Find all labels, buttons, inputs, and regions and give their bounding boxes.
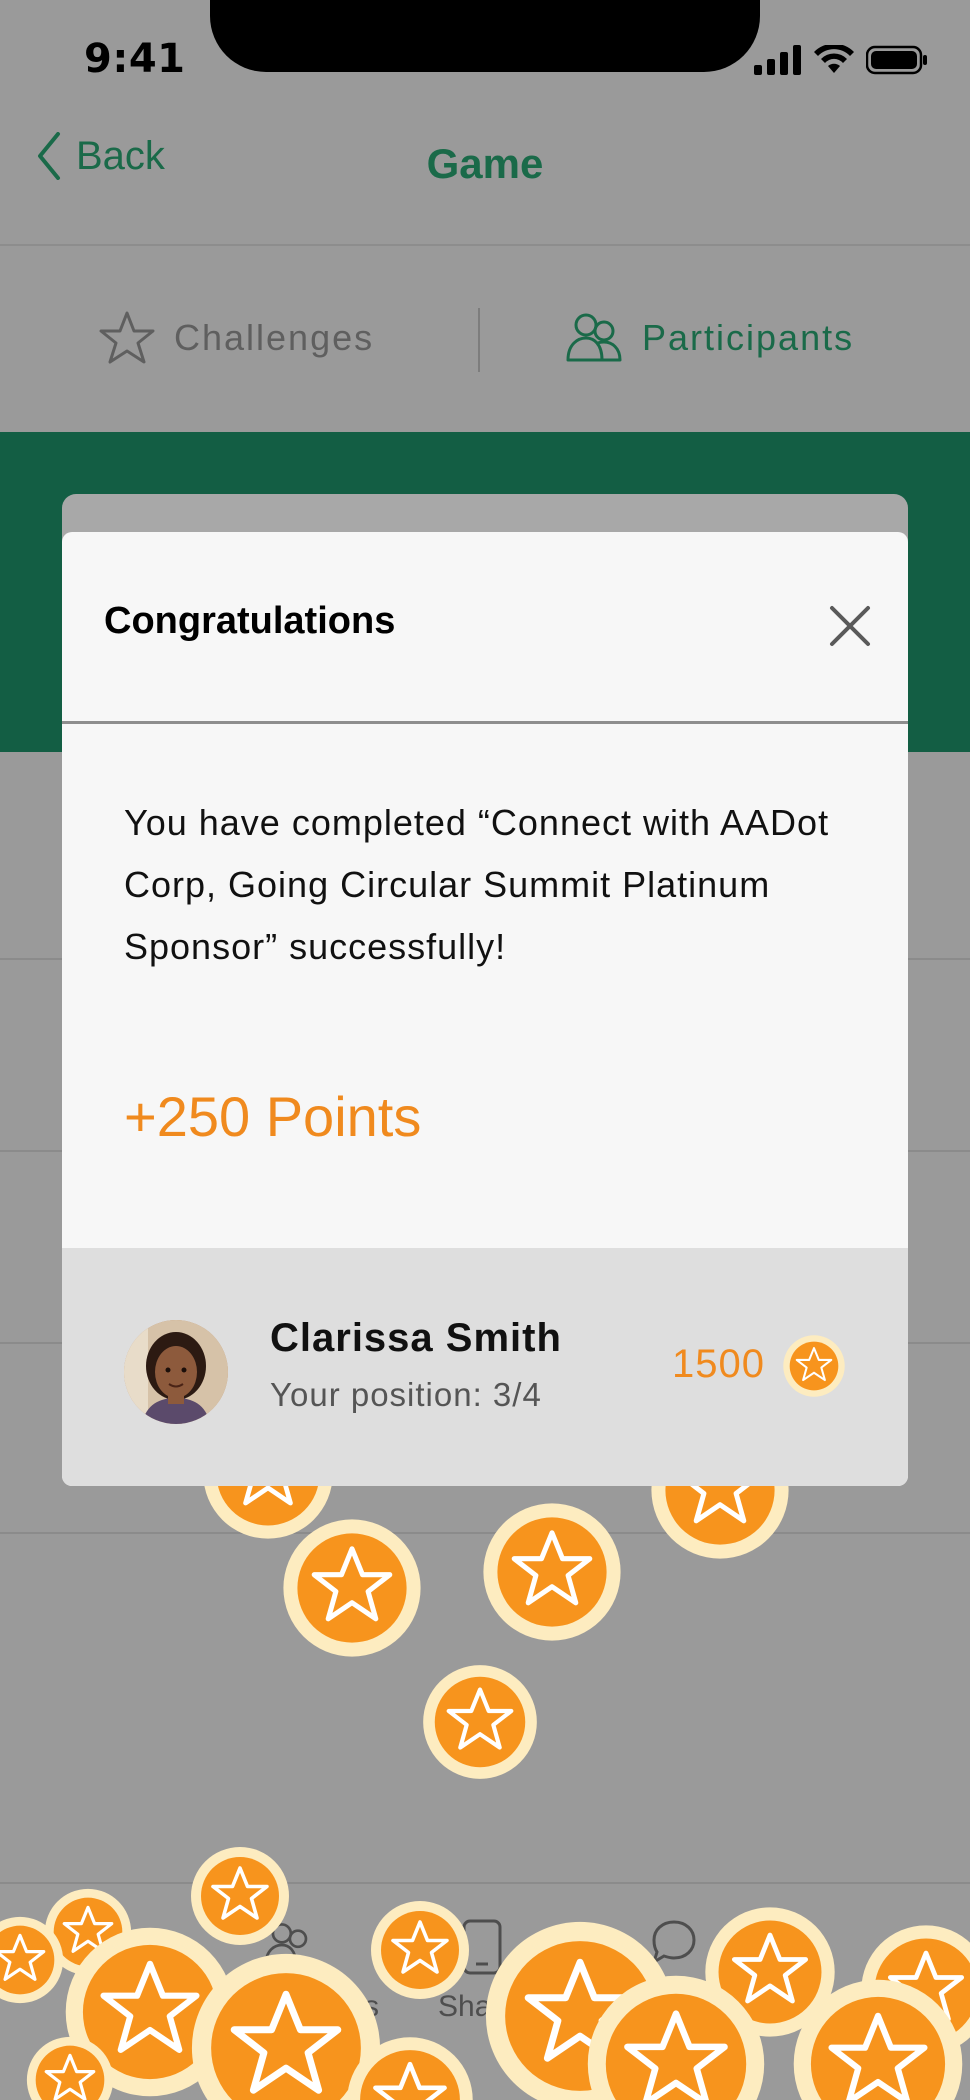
people-icon [566, 313, 622, 362]
page-title: Game [426, 140, 544, 187]
device-notch [210, 0, 760, 72]
status-time: 9:41 [84, 36, 186, 82]
star-outline-icon [99, 311, 155, 364]
tab-challenges-label: Challenges [174, 317, 375, 358]
battery-icon [866, 45, 927, 75]
modal-header: Congratulations [62, 532, 908, 724]
star-coin-icon [347, 2037, 473, 2100]
status-bar: 9:41 [0, 0, 970, 110]
user-summary: Clarissa Smith Your position: 3/4 1500 [62, 1248, 908, 1486]
user-score: 1500 [672, 1342, 765, 1386]
star-coin-icon [793, 1979, 963, 2100]
signal-icon [754, 45, 801, 75]
star-coin-icon [26, 2036, 114, 2100]
star-coin-icon [283, 1519, 421, 1657]
close-button[interactable] [828, 604, 872, 648]
congratulations-modal: Congratulations You have completed “Conn… [62, 532, 908, 1486]
wifi-icon [814, 45, 854, 73]
avatar-image [124, 1320, 228, 1424]
close-icon [830, 606, 870, 646]
segment-divider [478, 308, 480, 372]
avatar [124, 1320, 228, 1424]
navigation-bar: Back Game [0, 110, 970, 246]
points-earned: +250 Points [124, 1085, 422, 1148]
modal-title: Congratulations [104, 600, 396, 642]
star-coin-icon [423, 1665, 537, 1779]
tab-challenges[interactable]: Challenges [98, 310, 374, 366]
segment-control: Challenges Participants [0, 248, 970, 432]
star-coin-icon [587, 1975, 765, 2100]
user-name: Clarissa Smith [270, 1316, 562, 1360]
star-coin-icon [0, 1916, 64, 2004]
star-coin-icon [483, 1503, 621, 1641]
star-coin-icon [371, 1901, 469, 1999]
coin-icon [783, 1335, 845, 1397]
tab-participants-label: Participants [642, 317, 855, 358]
modal-message: You have completed “Connect with AADot C… [124, 802, 830, 967]
tab-participants[interactable]: Participants [564, 310, 854, 366]
status-icons [754, 40, 928, 80]
user-position: Your position: 3/4 [270, 1376, 542, 1413]
